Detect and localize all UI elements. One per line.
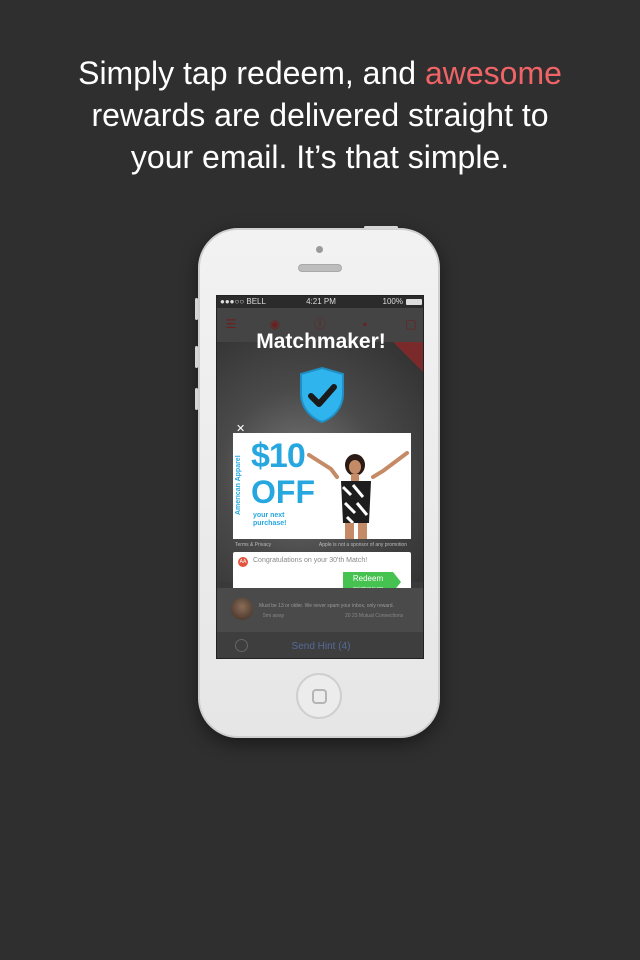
front-camera xyxy=(316,246,323,253)
home-button[interactable] xyxy=(296,673,342,719)
ad-amount: $10 xyxy=(251,437,306,475)
profile-distance: 5mi away xyxy=(263,613,285,619)
shield-check-icon xyxy=(300,366,344,424)
apple-disclaimer: Apple is not a sponsor of any promotion xyxy=(318,542,407,548)
avatar[interactable] xyxy=(231,598,253,620)
volume-down-button xyxy=(195,388,198,410)
send-hint-bar[interactable]: Send Hint (4) xyxy=(217,632,423,658)
profile-connections: 20 23 Mutual Connections xyxy=(345,613,404,619)
headline-line-3: your email. It’s that simple. xyxy=(130,139,510,175)
power-button xyxy=(364,226,398,229)
ad-brand: American Apparel xyxy=(235,455,242,515)
profile-note: Must be 13 or older. We never spam your … xyxy=(259,603,394,609)
reward-message: Congratulations on your 30'th Match! xyxy=(253,557,368,564)
match-profile-row: Must be 13 or older. We never spam your … xyxy=(217,588,423,632)
reward-logo: AA xyxy=(238,557,248,567)
battery-icon xyxy=(406,299,422,305)
headline-accent: awesome xyxy=(424,55,562,91)
phone-screen: ●●●○○ BELL 4:21 PM 100% ☰ ◉ ⓘ ▪ ▢ Matchm… xyxy=(216,295,424,659)
headline: Simply tap redeem, and awesome rewards a… xyxy=(0,52,640,178)
headline-line-1: Simply tap redeem, and awesome xyxy=(78,55,562,91)
earpiece-speaker xyxy=(298,264,342,272)
iphone-mockup: ●●●○○ BELL 4:21 PM 100% ☰ ◉ ⓘ ▪ ▢ Matchm… xyxy=(195,226,440,738)
status-bar: ●●●○○ BELL 4:21 PM 100% xyxy=(217,296,423,308)
volume-up-button xyxy=(195,346,198,368)
ad-off: OFF xyxy=(251,474,315,510)
ad-model-image xyxy=(307,451,409,539)
ad-banner[interactable]: ✕ American Apparel $10 OFF your next pur… xyxy=(233,423,411,539)
send-hint-button[interactable]: Send Hint (4) xyxy=(217,641,423,652)
home-square-icon xyxy=(312,689,327,704)
modal-title: Matchmaker! xyxy=(256,330,386,353)
redeem-label: Redeem xyxy=(352,574,384,583)
mute-switch xyxy=(195,298,198,320)
ad-subtitle: your next purchase! xyxy=(253,512,287,527)
terms-link[interactable]: Terms & Privacy xyxy=(235,542,271,548)
close-icon[interactable]: ✕ xyxy=(236,422,245,435)
headline-line-2: rewards are delivered straight to xyxy=(91,97,549,133)
battery-percent: 100% xyxy=(382,297,403,306)
